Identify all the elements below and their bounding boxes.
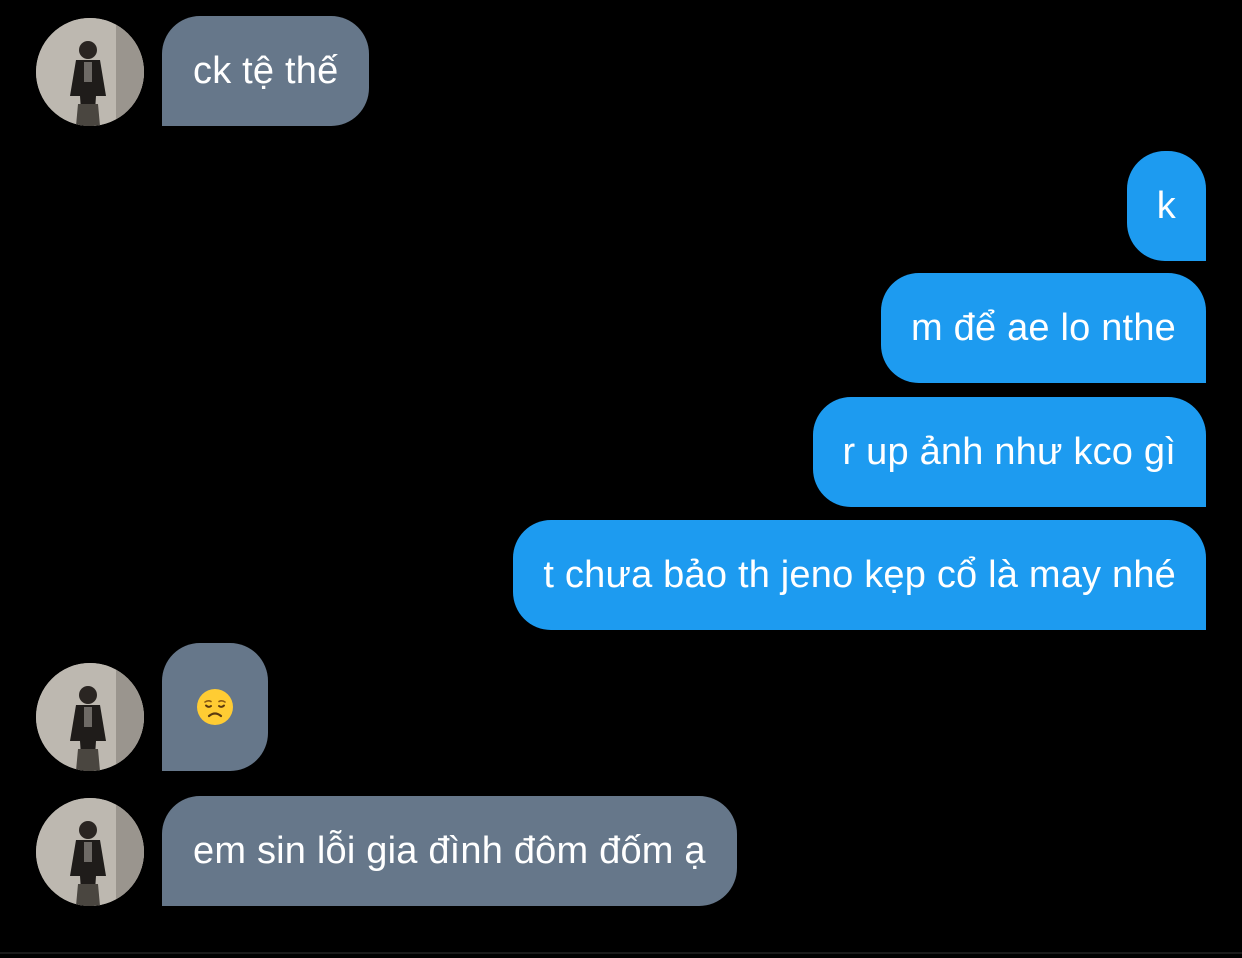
message-bubble-outgoing[interactable]: r up ảnh như kco gì (812, 397, 1206, 507)
message-text: em sin lỗi gia đình đôm đốm ạ (193, 829, 706, 872)
contact-avatar[interactable] (36, 663, 144, 771)
message-text: r up ảnh như kco gì (842, 430, 1176, 473)
message-bubble-incoming[interactable] (162, 643, 268, 771)
message-bubble-incoming[interactable]: ck tệ thế (162, 16, 370, 126)
disappointed-face-emoji-icon (196, 688, 234, 726)
message-bubble-outgoing[interactable]: m để ae lo nthe (881, 273, 1206, 383)
message-bubble-outgoing[interactable]: k (1126, 151, 1206, 261)
message-text: m để ae lo nthe (911, 306, 1176, 349)
message-text: t chưa bảo th jeno kẹp cổ là may nhé (543, 553, 1176, 596)
divider (0, 952, 1242, 954)
message-bubble-incoming[interactable]: em sin lỗi gia đình đôm đốm ạ (162, 796, 737, 906)
contact-avatar[interactable] (36, 18, 144, 126)
message-text: k (1156, 184, 1176, 227)
contact-avatar[interactable] (36, 798, 144, 906)
message-bubble-outgoing[interactable]: t chưa bảo th jeno kẹp cổ là may nhé (513, 520, 1206, 630)
message-text: ck tệ thế (193, 49, 339, 92)
